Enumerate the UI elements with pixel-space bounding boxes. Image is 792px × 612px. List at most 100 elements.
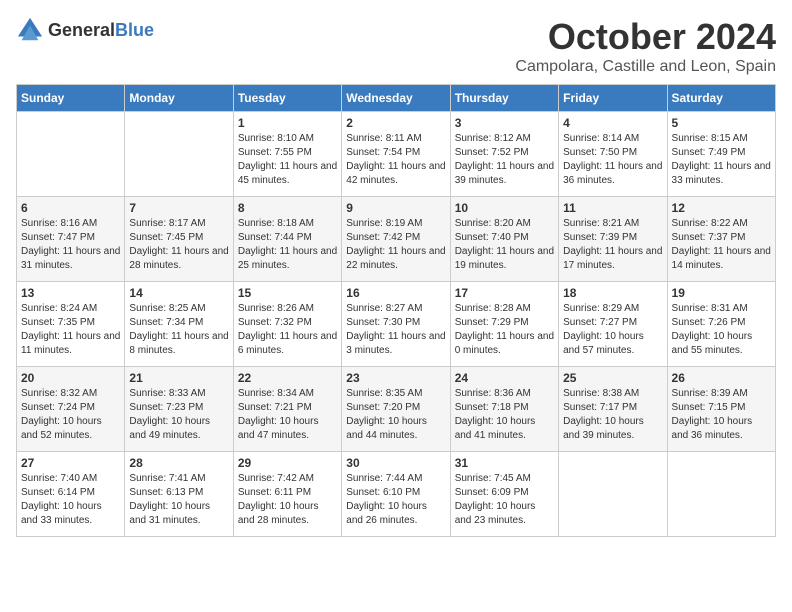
- day-number: 30: [346, 456, 445, 470]
- day-info: Sunrise: 7:40 AM Sunset: 6:14 PM Dayligh…: [21, 472, 120, 528]
- day-info: Sunrise: 7:41 AM Sunset: 6:13 PM Dayligh…: [129, 472, 228, 528]
- day-number: 20: [21, 371, 120, 385]
- day-number: 28: [129, 456, 228, 470]
- day-number: 12: [672, 201, 771, 215]
- day-info: Sunrise: 8:16 AM Sunset: 7:47 PM Dayligh…: [21, 217, 120, 273]
- calendar-cell: 10 Sunrise: 8:20 AM Sunset: 7:40 PM Dayli…: [450, 197, 558, 282]
- location-title: Campolara, Castille and Leon, Spain: [515, 58, 776, 76]
- calendar-cell: [17, 112, 125, 197]
- calendar-cell: 5Sunrise: 8:15 AM Sunset: 7:49 PM Daylig…: [667, 112, 775, 197]
- day-info: Sunrise: 8:31 AM Sunset: 7:26 PM Dayligh…: [672, 302, 771, 358]
- calendar-week-row: 20 Sunrise: 8:32 AM Sunset: 7:24 PM Dayli…: [17, 367, 776, 452]
- logo-general-text: General: [48, 20, 115, 40]
- calendar-cell: 3 Sunrise: 8:12 AM Sunset: 7:52 PM Daylig…: [450, 112, 558, 197]
- header-day-wednesday: Wednesday: [342, 85, 450, 112]
- header-day-saturday: Saturday: [667, 85, 775, 112]
- header-day-friday: Friday: [559, 85, 667, 112]
- day-number: 1: [238, 116, 337, 130]
- calendar-cell: 30 Sunrise: 7:44 AM Sunset: 6:10 PM Dayli…: [342, 452, 450, 537]
- calendar-cell: 11 Sunrise: 8:21 AM Sunset: 7:39 PM Dayli…: [559, 197, 667, 282]
- calendar-cell: 14 Sunrise: 8:25 AM Sunset: 7:34 PM Dayli…: [125, 282, 233, 367]
- calendar-cell: [125, 112, 233, 197]
- calendar-cell: 31 Sunrise: 7:45 AM Sunset: 6:09 PM Dayli…: [450, 452, 558, 537]
- day-number: 31: [455, 456, 554, 470]
- calendar-cell: 4Sunrise: 8:14 AM Sunset: 7:50 PM Daylig…: [559, 112, 667, 197]
- day-info: Sunrise: 8:20 AM Sunset: 7:40 PM Dayligh…: [455, 217, 554, 273]
- calendar-week-row: 13Sunrise: 8:24 AM Sunset: 7:35 PM Dayli…: [17, 282, 776, 367]
- title-area: October 2024 Campolara, Castille and Leo…: [515, 16, 776, 76]
- day-info: Sunrise: 8:21 AM Sunset: 7:39 PM Dayligh…: [563, 217, 662, 273]
- day-info: Sunrise: 8:18 AM Sunset: 7:44 PM Dayligh…: [238, 217, 337, 273]
- calendar-cell: 27 Sunrise: 7:40 AM Sunset: 6:14 PM Dayli…: [17, 452, 125, 537]
- calendar-cell: 12 Sunrise: 8:22 AM Sunset: 7:37 PM Dayli…: [667, 197, 775, 282]
- logo-blue-text: Blue: [115, 20, 154, 40]
- header-day-monday: Monday: [125, 85, 233, 112]
- header-day-tuesday: Tuesday: [233, 85, 341, 112]
- calendar-cell: 7Sunrise: 8:17 AM Sunset: 7:45 PM Daylig…: [125, 197, 233, 282]
- day-number: 18: [563, 286, 662, 300]
- day-number: 19: [672, 286, 771, 300]
- day-info: Sunrise: 7:45 AM Sunset: 6:09 PM Dayligh…: [455, 472, 554, 528]
- day-info: Sunrise: 8:32 AM Sunset: 7:24 PM Dayligh…: [21, 387, 120, 443]
- day-info: Sunrise: 8:17 AM Sunset: 7:45 PM Dayligh…: [129, 217, 228, 273]
- day-number: 6: [21, 201, 120, 215]
- day-number: 4: [563, 116, 662, 130]
- calendar-cell: 8 Sunrise: 8:18 AM Sunset: 7:44 PM Daylig…: [233, 197, 341, 282]
- header-day-thursday: Thursday: [450, 85, 558, 112]
- calendar-cell: 20 Sunrise: 8:32 AM Sunset: 7:24 PM Dayli…: [17, 367, 125, 452]
- calendar-cell: [559, 452, 667, 537]
- calendar-cell: 23 Sunrise: 8:35 AM Sunset: 7:20 PM Dayli…: [342, 367, 450, 452]
- day-number: 10: [455, 201, 554, 215]
- day-info: Sunrise: 8:19 AM Sunset: 7:42 PM Dayligh…: [346, 217, 445, 273]
- day-info: Sunrise: 7:42 AM Sunset: 6:11 PM Dayligh…: [238, 472, 337, 528]
- day-info: Sunrise: 8:39 AM Sunset: 7:15 PM Dayligh…: [672, 387, 771, 443]
- logo: GeneralBlue: [16, 16, 154, 44]
- calendar-cell: 15Sunrise: 8:26 AM Sunset: 7:32 PM Dayli…: [233, 282, 341, 367]
- calendar-cell: 1 Sunrise: 8:10 AM Sunset: 7:55 PM Daylig…: [233, 112, 341, 197]
- day-info: Sunrise: 8:26 AM Sunset: 7:32 PM Dayligh…: [238, 302, 337, 358]
- day-number: 25: [563, 371, 662, 385]
- day-info: Sunrise: 8:35 AM Sunset: 7:20 PM Dayligh…: [346, 387, 445, 443]
- calendar-cell: 6 Sunrise: 8:16 AM Sunset: 7:47 PM Daylig…: [17, 197, 125, 282]
- calendar-cell: 22 Sunrise: 8:34 AM Sunset: 7:21 PM Dayli…: [233, 367, 341, 452]
- day-info: Sunrise: 8:36 AM Sunset: 7:18 PM Dayligh…: [455, 387, 554, 443]
- day-info: Sunrise: 8:27 AM Sunset: 7:30 PM Dayligh…: [346, 302, 445, 358]
- calendar-cell: 19 Sunrise: 8:31 AM Sunset: 7:26 PM Dayli…: [667, 282, 775, 367]
- day-number: 21: [129, 371, 228, 385]
- day-info: Sunrise: 8:25 AM Sunset: 7:34 PM Dayligh…: [129, 302, 228, 358]
- calendar-cell: 28 Sunrise: 7:41 AM Sunset: 6:13 PM Dayli…: [125, 452, 233, 537]
- day-number: 17: [455, 286, 554, 300]
- calendar-cell: 17 Sunrise: 8:28 AM Sunset: 7:29 PM Dayli…: [450, 282, 558, 367]
- day-info: Sunrise: 7:44 AM Sunset: 6:10 PM Dayligh…: [346, 472, 445, 528]
- day-number: 9: [346, 201, 445, 215]
- calendar-cell: [667, 452, 775, 537]
- calendar-cell: 29Sunrise: 7:42 AM Sunset: 6:11 PM Dayli…: [233, 452, 341, 537]
- calendar-week-row: 1 Sunrise: 8:10 AM Sunset: 7:55 PM Daylig…: [17, 112, 776, 197]
- day-number: 24: [455, 371, 554, 385]
- calendar-cell: 24 Sunrise: 8:36 AM Sunset: 7:18 PM Dayli…: [450, 367, 558, 452]
- day-info: Sunrise: 8:10 AM Sunset: 7:55 PM Dayligh…: [238, 132, 337, 188]
- month-title: October 2024: [515, 16, 776, 58]
- calendar-header-row: SundayMondayTuesdayWednesdayThursdayFrid…: [17, 85, 776, 112]
- calendar-cell: 25Sunrise: 8:38 AM Sunset: 7:17 PM Dayli…: [559, 367, 667, 452]
- day-info: Sunrise: 8:34 AM Sunset: 7:21 PM Dayligh…: [238, 387, 337, 443]
- day-number: 8: [238, 201, 337, 215]
- calendar-cell: 26Sunrise: 8:39 AM Sunset: 7:15 PM Dayli…: [667, 367, 775, 452]
- calendar-table: SundayMondayTuesdayWednesdayThursdayFrid…: [16, 84, 776, 537]
- day-info: Sunrise: 8:28 AM Sunset: 7:29 PM Dayligh…: [455, 302, 554, 358]
- day-info: Sunrise: 8:24 AM Sunset: 7:35 PM Dayligh…: [21, 302, 120, 358]
- header-day-sunday: Sunday: [17, 85, 125, 112]
- day-number: 27: [21, 456, 120, 470]
- day-info: Sunrise: 8:15 AM Sunset: 7:49 PM Dayligh…: [672, 132, 771, 188]
- calendar-cell: 16Sunrise: 8:27 AM Sunset: 7:30 PM Dayli…: [342, 282, 450, 367]
- day-info: Sunrise: 8:22 AM Sunset: 7:37 PM Dayligh…: [672, 217, 771, 273]
- day-number: 23: [346, 371, 445, 385]
- day-number: 3: [455, 116, 554, 130]
- day-number: 11: [563, 201, 662, 215]
- day-number: 14: [129, 286, 228, 300]
- day-number: 2: [346, 116, 445, 130]
- calendar-cell: 13Sunrise: 8:24 AM Sunset: 7:35 PM Dayli…: [17, 282, 125, 367]
- day-number: 22: [238, 371, 337, 385]
- day-info: Sunrise: 8:12 AM Sunset: 7:52 PM Dayligh…: [455, 132, 554, 188]
- calendar-cell: 9 Sunrise: 8:19 AM Sunset: 7:42 PM Daylig…: [342, 197, 450, 282]
